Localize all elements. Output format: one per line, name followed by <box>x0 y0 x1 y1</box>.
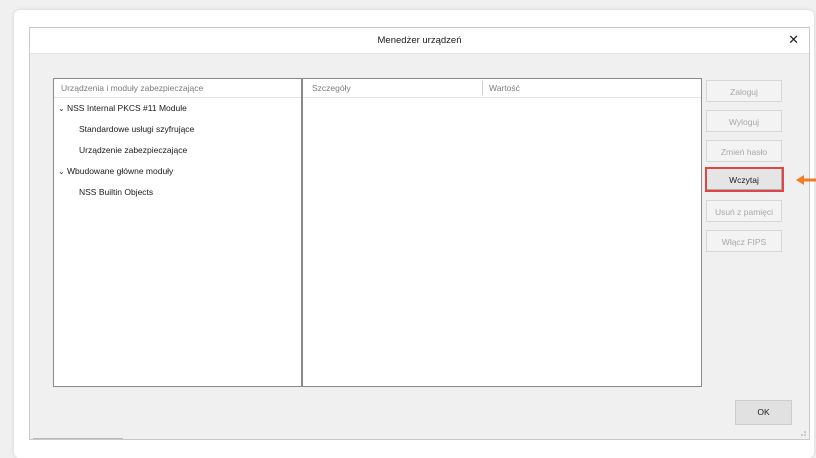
details-header: Szczegóły Wartość <box>303 79 701 98</box>
tree-item-builtin-roots[interactable]: ⌄ Wbudowane główne moduły <box>54 161 301 182</box>
unload-button[interactable]: Usuń z pamięci <box>706 200 782 222</box>
tree-item-label: Wbudowane główne moduły <box>67 166 174 176</box>
details-table[interactable]: Szczegóły Wartość <box>302 78 702 387</box>
chevron-down-icon[interactable]: ⌄ <box>58 161 65 182</box>
tree-item-label: Standardowe usługi szyfrujące <box>79 124 195 134</box>
tree-column-header: Urządzenia i moduły zabezpieczające <box>61 83 204 93</box>
chevron-down-icon[interactable]: ⌄ <box>58 98 65 119</box>
tree-item-security-device[interactable]: Urządzenie zabezpieczające <box>54 140 301 161</box>
logout-button[interactable]: Wyloguj <box>706 110 782 132</box>
tree-item-label: NSS Builtin Objects <box>79 187 154 197</box>
tree-item-nss-internal[interactable]: ⌄ NSS Internal PKCS #11 Module <box>54 98 301 119</box>
bottom-border-mark <box>33 438 123 439</box>
enable-fips-button[interactable]: Włącz FIPS <box>706 230 782 252</box>
device-manager-dialog: Menedżer urządzeń ✕ Urządzenia i moduły … <box>29 27 810 440</box>
close-icon[interactable]: ✕ <box>788 32 799 48</box>
ok-button[interactable]: OK <box>735 400 792 425</box>
login-button[interactable]: Zaloguj <box>706 80 782 102</box>
tree-header: Urządzenia i moduły zabezpieczające <box>54 79 301 98</box>
security-modules-tree[interactable]: Urządzenia i moduły zabezpieczające ⌄ NS… <box>53 78 302 387</box>
window-title: Menedżer urządzeń <box>377 35 462 46</box>
load-button-highlight <box>705 167 784 192</box>
tree-item-standard-crypto[interactable]: Standardowe usługi szyfrujące <box>54 119 301 140</box>
arrow-left-icon <box>796 175 816 185</box>
tree-item-label: NSS Internal PKCS #11 Module <box>67 103 187 113</box>
change-password-button[interactable]: Zmień hasło <box>706 140 782 162</box>
resize-grip-icon[interactable] <box>799 429 807 437</box>
details-column-header[interactable]: Szczegóły <box>312 83 351 93</box>
tree-item-label: Urządzenie zabezpieczające <box>79 145 188 155</box>
title-bar: Menedżer urządzeń ✕ <box>30 28 809 54</box>
column-divider[interactable] <box>482 81 483 95</box>
tree-item-builtin-objects[interactable]: NSS Builtin Objects <box>54 182 301 203</box>
value-column-header[interactable]: Wartość <box>489 83 520 93</box>
